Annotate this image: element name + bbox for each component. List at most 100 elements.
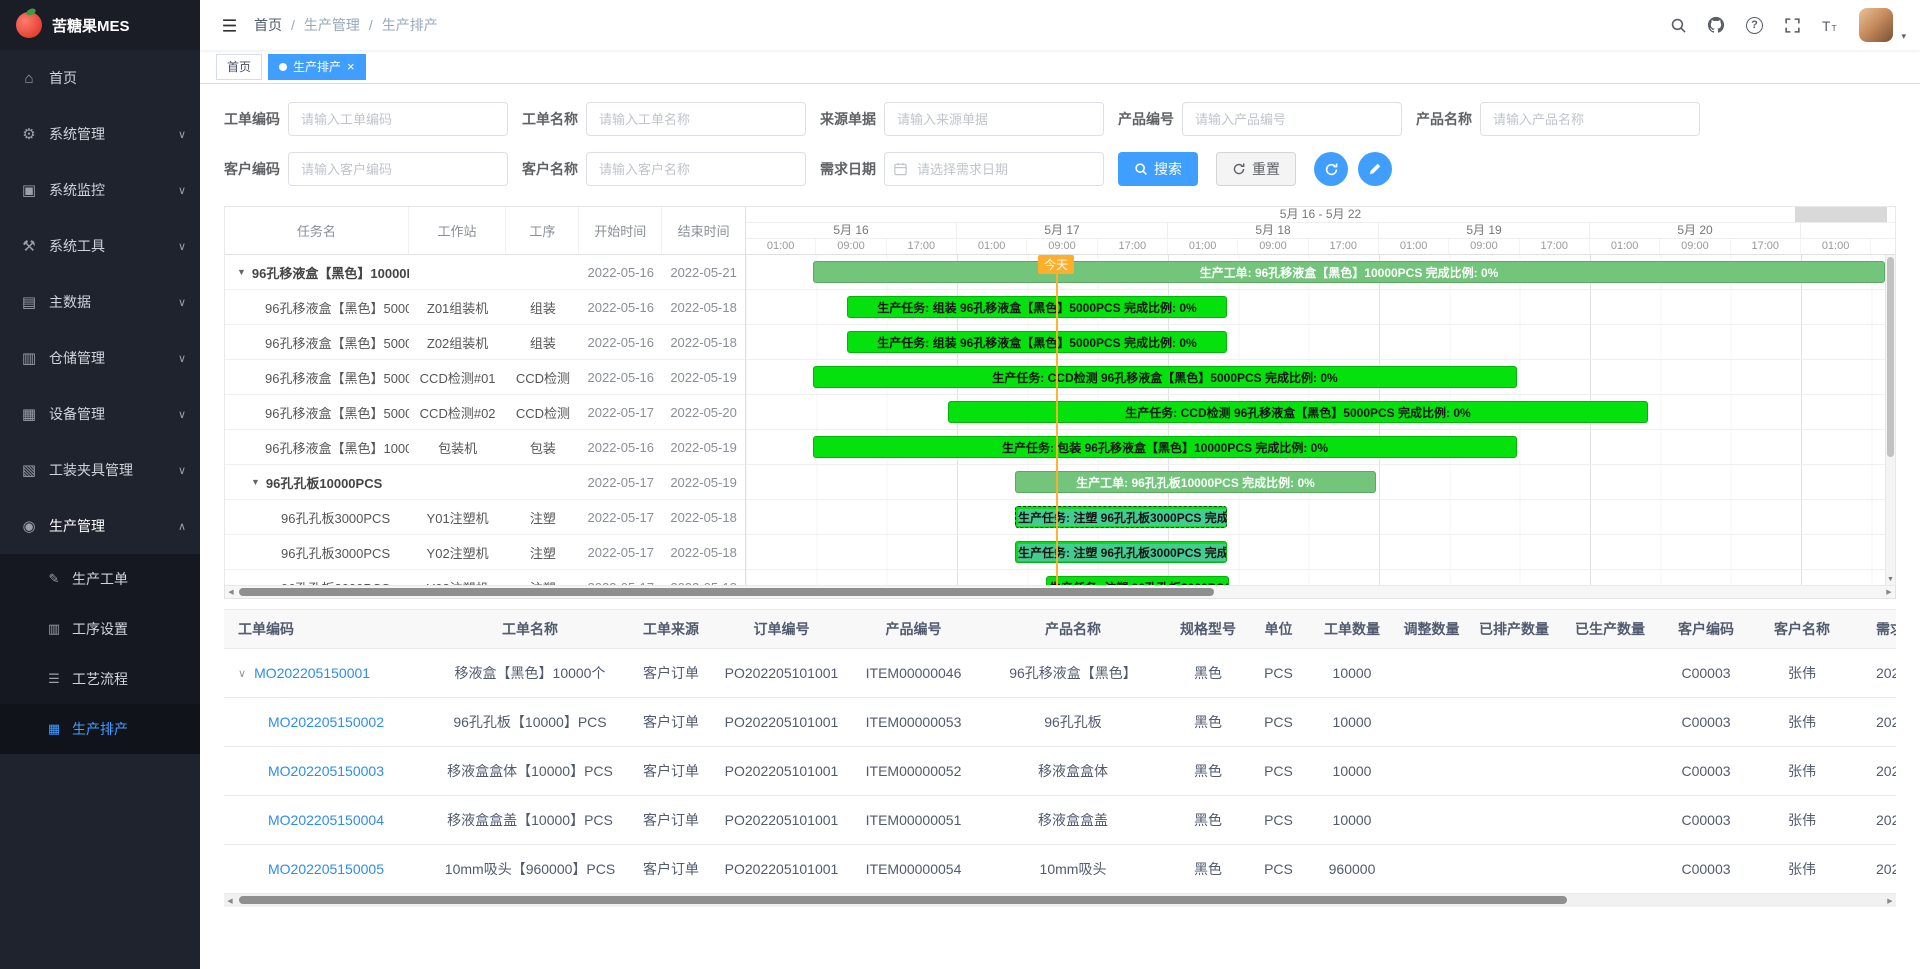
row-expand-icon[interactable]: ∨ bbox=[238, 667, 246, 680]
work-order-bar[interactable]: 生产工单: 96孔孔板10000PCS 完成比例: 0% bbox=[1015, 471, 1376, 493]
gantt-task-row[interactable]: ▼96孔孔板10000PCS 2022-05-17 2022-05-19 bbox=[225, 465, 745, 500]
product-code-input[interactable] bbox=[1182, 102, 1402, 136]
table-row[interactable]: MO202205150002 96孔孔板【10000】PCS 客户订单 PO20… bbox=[224, 698, 1896, 747]
sidebar-item-process-setting[interactable]: ▥ 工序设置 bbox=[0, 604, 200, 654]
tree-collapse-icon[interactable]: ▼ bbox=[237, 267, 246, 277]
edit-circle-button[interactable] bbox=[1358, 152, 1392, 186]
gantt-task-row[interactable]: 96孔移液盒【黑色】5000PCS Z01组装机 组装 2022-05-16 2… bbox=[225, 290, 745, 325]
sidebar-item-warehouse[interactable]: ▥ 仓储管理 ∨ bbox=[0, 330, 200, 386]
gantt-task-row[interactable]: 96孔移液盒【黑色】10000PCS 包装机 包装 2022-05-16 202… bbox=[225, 430, 745, 465]
work-order-name-input[interactable] bbox=[586, 102, 806, 136]
scrollbar-thumb[interactable] bbox=[239, 588, 1214, 596]
sidebar-item-process-flow[interactable]: ☰ 工艺流程 bbox=[0, 654, 200, 704]
table-horizontal-scrollbar[interactable]: ◀ ▶ bbox=[224, 894, 1896, 907]
table-row[interactable]: MO202205150003 移液盒盒体【10000】PCS 客户订单 PO20… bbox=[224, 747, 1896, 796]
gantt-task-row[interactable]: ▼96孔移液盒【黑色】10000PCS 2022-05-16 2022-05-2… bbox=[225, 255, 745, 290]
gantt-task-row[interactable]: 96孔孔板3000PCS Y02注塑机 注塑 2022-05-17 2022-0… bbox=[225, 535, 745, 570]
search-submit-button[interactable]: 搜索 bbox=[1118, 152, 1198, 186]
sidebar-item-fixture[interactable]: ▧ 工装夹具管理 ∨ bbox=[0, 442, 200, 498]
table-cell: 张伟 bbox=[1752, 649, 1852, 698]
sidebar-item-production[interactable]: ◉ 生产管理 ∧ bbox=[0, 498, 200, 554]
work-order-link[interactable]: MO202205150004 bbox=[268, 812, 384, 828]
task-bar[interactable]: 生产任务: 注塑 96孔孔板3000PCS 完成比例: 0% bbox=[1015, 541, 1227, 563]
work-order-code-input[interactable] bbox=[288, 102, 508, 136]
sidebar-item-system-management[interactable]: ⚙ 系统管理 ∨ bbox=[0, 106, 200, 162]
scrollbar-thumb[interactable] bbox=[1887, 257, 1894, 457]
product-name-input[interactable] bbox=[1480, 102, 1700, 136]
scroll-left-icon[interactable]: ◀ bbox=[225, 586, 237, 598]
sidebar-item-scheduling[interactable]: ▦ 生产排产 bbox=[0, 704, 200, 754]
gantt-cell: 注塑 bbox=[507, 543, 580, 562]
fullscreen-button[interactable] bbox=[1775, 0, 1809, 50]
close-icon[interactable]: × bbox=[347, 60, 355, 73]
work-order-bar[interactable]: 生产工单: 96孔移液盒【黑色】10000PCS 完成比例: 0% bbox=[813, 261, 1885, 283]
gantt-bar-row: 生产任务: CCD检测 96孔移液盒【黑色】5000PCS 完成比例: 0% bbox=[746, 360, 1895, 395]
task-bar[interactable]: 生产任务: 组装 96孔移液盒【黑色】5000PCS 完成比例: 0% bbox=[847, 296, 1227, 318]
help-button[interactable]: ? bbox=[1737, 0, 1771, 50]
gantt-horizontal-scrollbar[interactable]: ◀ ▶ bbox=[224, 586, 1896, 599]
task-bar[interactable]: 生产任务: 组装 96孔移液盒【黑色】5000PCS 完成比例: 0% bbox=[847, 331, 1227, 353]
scrollbar-thumb[interactable] bbox=[239, 896, 1567, 904]
gantt-task-row[interactable]: 96孔移液盒【黑色】5000PCS CCD检测#01 CCD检测 2022-05… bbox=[225, 360, 745, 395]
gantt-cell: Y01注塑机 bbox=[409, 508, 507, 527]
sidebar-item-equipment[interactable]: ▦ 设备管理 ∨ bbox=[0, 386, 200, 442]
filter-field: 需求日期 bbox=[820, 152, 1104, 186]
chevron-down-icon: ∨ bbox=[178, 408, 186, 421]
sidebar-toggle-button[interactable] bbox=[214, 0, 244, 50]
scroll-left-icon[interactable]: ◀ bbox=[224, 894, 236, 907]
sidebar-item-system-monitor[interactable]: ▣ 系统监控 ∨ bbox=[0, 162, 200, 218]
search-button[interactable] bbox=[1661, 0, 1695, 50]
hour-label: 09:00 bbox=[1449, 239, 1519, 254]
search-icon bbox=[1134, 162, 1148, 176]
table-row[interactable]: MO202205150005 10mm吸头【960000】PCS 客户订单 PO… bbox=[224, 845, 1896, 894]
table-cell: ITEM00000054 bbox=[849, 845, 978, 894]
scroll-right-icon[interactable]: ▶ bbox=[1883, 586, 1895, 598]
tab-home[interactable]: 首页 bbox=[216, 54, 262, 80]
gantt-vertical-scrollbar[interactable]: ▼ bbox=[1885, 255, 1895, 585]
github-button[interactable] bbox=[1699, 0, 1733, 50]
task-bar[interactable]: 生产任务: 包装 96孔移液盒【黑色】10000PCS 完成比例: 0% bbox=[813, 436, 1517, 458]
task-bar-selected[interactable]: 生产任务: 注塑 96孔孔板3000PCS 完成比例: 0% bbox=[1015, 506, 1227, 528]
gantt-cell: Z01组装机 bbox=[409, 298, 507, 317]
scroll-down-icon[interactable]: ▼ bbox=[1886, 574, 1895, 585]
task-bar[interactable]: 生产任务: CCD检测 96孔移液盒【黑色】5000PCS 完成比例: 0% bbox=[813, 366, 1517, 388]
question-icon: ? bbox=[1746, 17, 1763, 34]
tree-collapse-icon[interactable]: ▼ bbox=[251, 477, 260, 487]
gantt-task-row[interactable]: 96孔孔板3000PCS Y01注塑机 注塑 2022-05-17 2022-0… bbox=[225, 500, 745, 535]
breadcrumb-production[interactable]: 生产管理 bbox=[304, 15, 360, 35]
breadcrumb-home[interactable]: 首页 bbox=[254, 15, 282, 35]
user-avatar[interactable] bbox=[1859, 8, 1893, 42]
caret-down-icon[interactable]: ▾ bbox=[1901, 31, 1906, 50]
customer-name-input[interactable] bbox=[586, 152, 806, 186]
reset-button[interactable]: 重置 bbox=[1216, 152, 1296, 186]
source-doc-input[interactable] bbox=[884, 102, 1104, 136]
sidebar-item-label: 系统工具 bbox=[49, 236, 105, 256]
work-order-link[interactable]: MO202205150005 bbox=[268, 861, 384, 877]
gantt-cell: 2022-05-18 bbox=[662, 300, 745, 315]
scroll-right-icon[interactable]: ▶ bbox=[1884, 894, 1896, 907]
work-order-link[interactable]: MO202205150003 bbox=[268, 763, 384, 779]
table-row[interactable]: ∨MO202205150001 移液盒【黑色】10000个 客户订单 PO202… bbox=[224, 649, 1896, 698]
hour-label: 17:00 bbox=[1520, 239, 1590, 254]
col-header: 工单来源 bbox=[628, 609, 714, 649]
sidebar-item-master-data[interactable]: ▤ 主数据 ∨ bbox=[0, 274, 200, 330]
sidebar-item-system-tools[interactable]: ⚒ 系统工具 ∨ bbox=[0, 218, 200, 274]
refresh-circle-button[interactable] bbox=[1314, 152, 1348, 186]
gantt-task-row[interactable]: 96孔移液盒【黑色】5000PCS Z02组装机 组装 2022-05-16 2… bbox=[225, 325, 745, 360]
gantt-task-row[interactable]: 96孔孔板3000PCS Y03注塑机 注塑 2022-05-17 2022-0… bbox=[225, 570, 745, 586]
customer-code-input[interactable] bbox=[288, 152, 508, 186]
demand-date-input[interactable] bbox=[884, 152, 1104, 186]
task-bar[interactable]: 生产任务: 注塑 96孔孔板3000PCS 完成比例: 0% bbox=[1046, 576, 1229, 585]
sidebar-item-home[interactable]: ⌂ 首页 bbox=[0, 50, 200, 106]
sidebar-item-work-order[interactable]: ✎ 生产工单 bbox=[0, 554, 200, 604]
gantt-task-row[interactable]: 96孔移液盒【黑色】5000PCS CCD检测#02 CCD检测 2022-05… bbox=[225, 395, 745, 430]
gantt-cell: 2022-05-19 bbox=[662, 370, 745, 385]
table-row[interactable]: MO202205150004 移液盒盒盖【10000】PCS 客户订单 PO20… bbox=[224, 796, 1896, 845]
table-cell: 2022 bbox=[1852, 796, 1896, 845]
gantt-cell: 注塑 bbox=[507, 508, 580, 527]
task-bar[interactable]: 生产任务: CCD检测 96孔移液盒【黑色】5000PCS 完成比例: 0% bbox=[948, 401, 1648, 423]
font-size-button[interactable]: TT bbox=[1813, 0, 1847, 50]
tab-scheduling[interactable]: 生产排产 × bbox=[268, 54, 366, 80]
work-order-link[interactable]: MO202205150001 bbox=[254, 665, 370, 681]
work-order-link[interactable]: MO202205150002 bbox=[268, 714, 384, 730]
